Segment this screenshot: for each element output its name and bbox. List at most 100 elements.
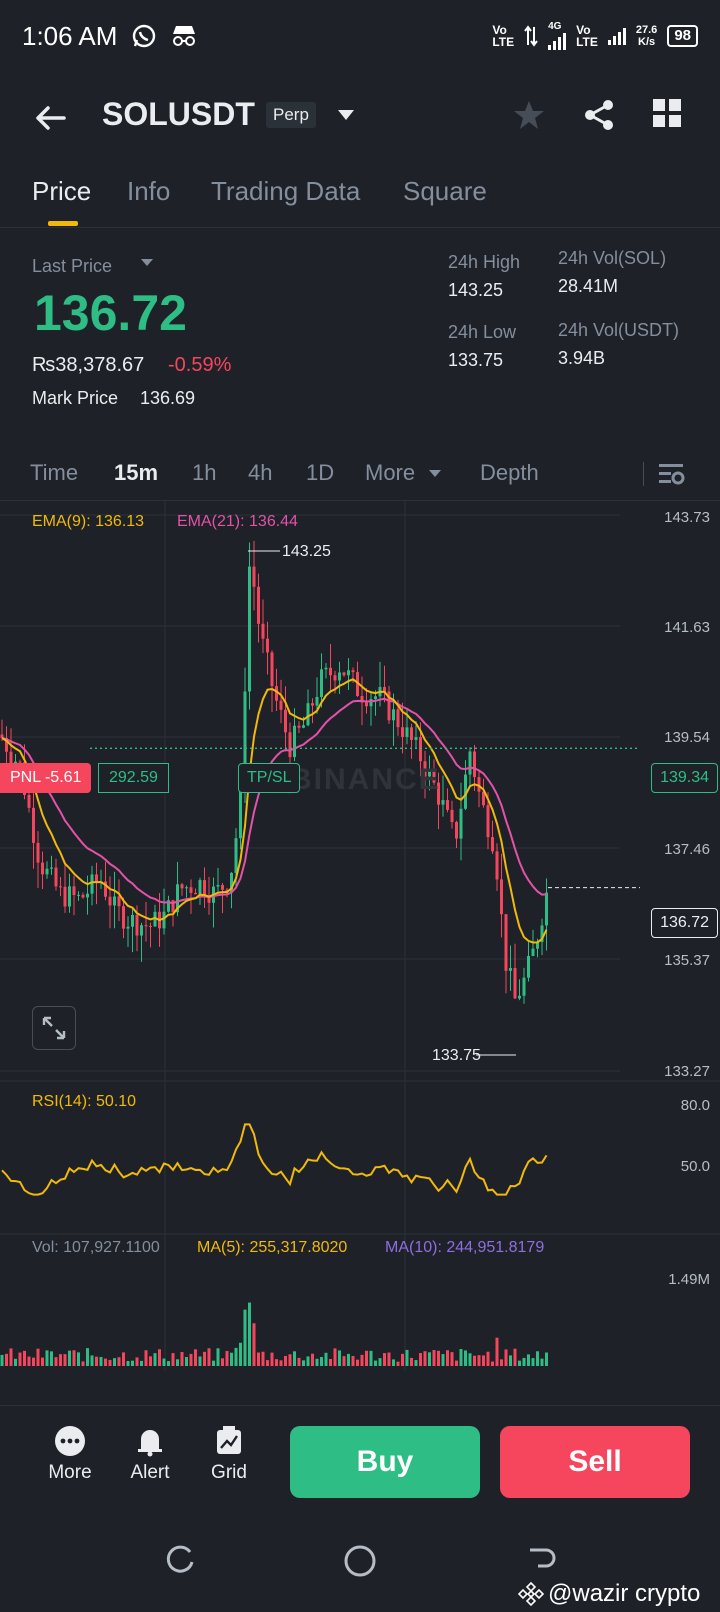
- candle-body: [405, 727, 409, 737]
- volume-bar: [410, 1357, 413, 1366]
- tab-info[interactable]: Info: [127, 176, 170, 207]
- volume-bar: [405, 1349, 409, 1366]
- volume-bar: [392, 1359, 395, 1366]
- volume-bar: [459, 1349, 463, 1366]
- candle-body: [374, 696, 377, 700]
- candle-body: [297, 725, 301, 728]
- candle-body: [162, 911, 166, 929]
- interval-more[interactable]: More: [365, 460, 415, 486]
- volume-bar: [428, 1352, 431, 1366]
- battery-indicator: 98: [667, 25, 698, 47]
- volume-bar: [18, 1352, 22, 1366]
- candle-body: [365, 702, 368, 707]
- alert-label: Alert: [130, 1462, 170, 1483]
- interval-time[interactable]: Time: [30, 460, 78, 486]
- vol-sol-value: 28.41M: [558, 276, 619, 296]
- tpsl-button[interactable]: TP/SL: [238, 763, 301, 793]
- volume-bar: [302, 1360, 305, 1366]
- pnl-badge[interactable]: PNL -5.61: [0, 763, 92, 793]
- last-price-dropdown-icon[interactable]: [140, 258, 154, 268]
- system-navigation-bar: @wazir crypto: [0, 1520, 720, 1612]
- candle-body: [513, 968, 517, 999]
- vol-usdt-value: 3.94B: [558, 348, 606, 368]
- volume-bar: [50, 1351, 53, 1366]
- symbol-title[interactable]: SOLUSDT: [102, 96, 255, 133]
- share-icon[interactable]: [582, 98, 616, 132]
- grid-bot-icon: [217, 1426, 241, 1454]
- candle-body: [450, 809, 454, 823]
- candle-body: [473, 751, 476, 778]
- more-dropdown-caret-icon[interactable]: [428, 469, 442, 479]
- more-button[interactable]: More: [40, 1424, 100, 1484]
- home-icon[interactable]: [343, 1544, 377, 1578]
- tab-price[interactable]: Price: [32, 176, 91, 207]
- volume-bar: [311, 1353, 314, 1366]
- interval-15m[interactable]: 15m: [114, 460, 158, 486]
- volume-bar: [5, 1353, 8, 1366]
- interval-selector: Time 15m 1h 4h 1D More Depth: [0, 456, 720, 496]
- chart-settings-icon[interactable]: [656, 460, 686, 488]
- back-nav-icon[interactable]: [524, 1544, 556, 1576]
- candle-body: [63, 886, 67, 907]
- volume-bar: [194, 1349, 197, 1366]
- price-axis-label: 143.73: [664, 509, 710, 526]
- volume-bar: [324, 1352, 328, 1366]
- grid-menu-icon[interactable]: [652, 98, 682, 128]
- interval-1h[interactable]: 1h: [192, 460, 216, 486]
- symbol-dropdown-caret-icon[interactable]: [336, 108, 356, 122]
- candle-body: [216, 885, 220, 887]
- candle-body: [68, 886, 71, 907]
- top-nav: SOLUSDT Perp: [0, 88, 720, 148]
- favorite-star-icon[interactable]: [512, 98, 546, 132]
- candlestick-chart[interactable]: [0, 501, 720, 1406]
- tab-square[interactable]: Square: [403, 176, 487, 207]
- ma5-legend: MA(5): 255,317.8020: [197, 1239, 348, 1256]
- data-transfer-icon: [524, 25, 538, 47]
- candle-body: [135, 914, 139, 936]
- volume-bar: [153, 1353, 157, 1366]
- candle-body: [266, 638, 269, 653]
- grid-trading-button[interactable]: Grid: [199, 1424, 259, 1484]
- candle-body: [446, 800, 449, 810]
- network-speed: 27.6 K/s: [635, 24, 658, 48]
- position-quantity-tag[interactable]: 292.59: [98, 763, 169, 793]
- volume-bar: [158, 1349, 161, 1366]
- volume-bar: [104, 1358, 107, 1366]
- fiat-price: ₨38,378.67: [32, 354, 145, 376]
- candle-body: [414, 737, 418, 740]
- volume-bar: [531, 1358, 535, 1366]
- volume-bar: [252, 1323, 256, 1366]
- signal-bars-icon: [548, 32, 567, 50]
- volume-bar: [90, 1355, 94, 1366]
- fullscreen-button[interactable]: [32, 1006, 76, 1050]
- candle-body: [288, 732, 292, 758]
- volume-bar: [72, 1350, 76, 1366]
- sell-button[interactable]: Sell: [500, 1426, 690, 1498]
- price-axis-label: 139.54: [664, 729, 710, 746]
- volume-bar: [396, 1361, 400, 1366]
- candle-body: [329, 667, 332, 676]
- vol-usdt-label: 24h Vol(USDT): [558, 320, 680, 340]
- volume-bar: [284, 1355, 287, 1366]
- candle-body: [221, 885, 224, 890]
- interval-1d[interactable]: 1D: [306, 460, 334, 486]
- volume-bar: [297, 1357, 301, 1366]
- candle-body: [59, 886, 62, 888]
- volume-bar: [540, 1358, 544, 1366]
- tab-trading-data[interactable]: Trading Data: [211, 176, 360, 207]
- tab-depth[interactable]: Depth: [480, 460, 539, 486]
- volume-bar: [45, 1350, 49, 1366]
- recent-apps-icon[interactable]: [164, 1544, 196, 1576]
- chart-area[interactable]: BINANCE EMA(9): 136.13 EMA(21): 136.44 1…: [0, 500, 720, 1405]
- buy-button[interactable]: Buy: [290, 1426, 480, 1498]
- interval-4h[interactable]: 4h: [248, 460, 272, 486]
- last-price-label[interactable]: Last Price: [32, 256, 112, 277]
- alert-button[interactable]: Alert: [120, 1424, 180, 1484]
- volume-bar: [149, 1356, 152, 1366]
- active-tab-indicator: [48, 221, 78, 226]
- volume-bar: [315, 1358, 319, 1366]
- candle-body: [455, 822, 458, 839]
- volume-bar: [527, 1354, 530, 1366]
- ema9-line: [1, 678, 548, 944]
- back-arrow-icon[interactable]: [30, 98, 70, 138]
